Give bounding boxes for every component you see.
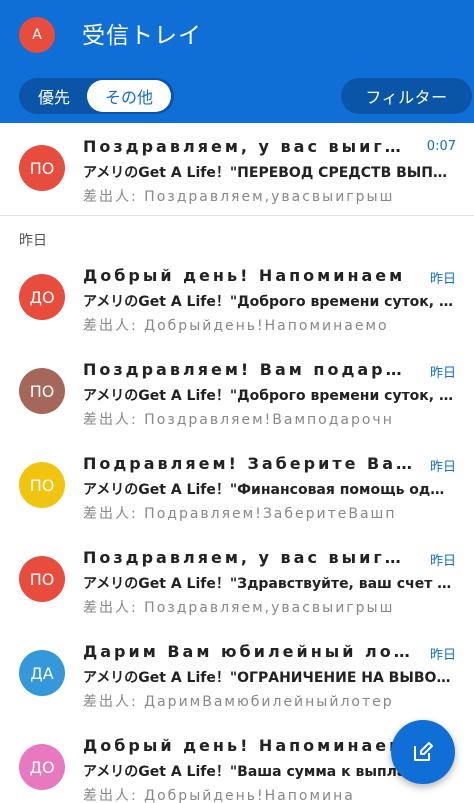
message-subject: アメリのGet A Life！"ОГРАНИЧЕНИЕ НА ВЫВОД... [83,670,453,686]
message-time: 昨日 [429,554,456,569]
message-subject: アメリのGet A Life！"ПЕРЕВОД СРЕДСТВ ВЫПОЛНЕН… [83,165,453,181]
account-avatar[interactable]: A [19,17,55,53]
sender-avatar: ДО [19,744,65,790]
message-sender: Добрый день! Напоминаем [83,736,406,755]
message-preview: 差出人: Поздравляем,увасвыигрыш [83,600,395,616]
tab-other[interactable]: その他 [87,80,171,112]
sender-avatar: ПО [19,462,65,508]
message-subject: アメリのGet A Life！"Доброго времени суток, в… [83,388,453,404]
message-time: 昨日 [429,272,456,287]
page-title: 受信トレイ [82,23,202,49]
message-item[interactable]: ПО Поздравляем, у вас выигрыш 0:07 アメリのG… [0,123,474,217]
message-sender: Поздравляем, у вас выигрыш [83,548,413,567]
message-sender: Поздравляем! Вам подарок [83,360,413,379]
message-item[interactable]: ПО Поздравляем! Вам подарок 昨日 アメリのGet A… [0,346,474,440]
message-preview: 差出人: ДаримВамюбилейныйлотер [83,694,394,710]
message-preview: 差出人: Поздравляем,увасвыигрыш [83,189,395,205]
message-sender: Дарим Вам юбилейный лотерейный [83,642,413,661]
message-subject: アメリのGet A Life！"Финансовая помощь одоб..… [83,482,453,498]
message-sender: Поздравляем, у вас выигрыш [83,137,413,156]
app-header: A 受信トレイ 優先 その他 フィルター [0,0,474,123]
message-item[interactable]: ПО Поздравляем, у вас выигрыш 昨日 アメリのGet… [0,534,474,628]
inbox-tabs: 優先 その他 [19,78,174,114]
sender-avatar: ПО [19,556,65,602]
message-sender: Подравляем! Заберите Ваш [83,454,413,473]
message-subject: アメリのGet A Life！"Здравствуйте, ваш счет п… [83,576,453,592]
compose-button[interactable] [391,720,455,784]
message-preview: 差出人: Поздравляем!Вамподарочн [83,412,394,428]
section-label-yesterday: 昨日 [19,233,47,249]
filter-button[interactable]: フィルター [341,78,472,114]
compose-icon [414,742,433,761]
message-time: 昨日 [429,460,456,475]
message-subject: アメリのGet A Life！"Доброго времени суток, в… [83,294,453,310]
sender-avatar: ДО [19,274,65,320]
tab-focused[interactable]: 優先 [21,80,87,112]
message-preview: 差出人: Подравляем!ЗаберитеВашп [83,506,397,522]
message-time: 昨日 [429,648,456,663]
message-preview: 差出人: Добрыйдень!Напомина [83,788,355,803]
sender-avatar: ДА [19,650,65,696]
message-item[interactable]: ПО Подравляем! Заберите Ваш 昨日 アメリのGet A… [0,440,474,534]
sender-avatar: ПО [19,145,65,191]
sender-avatar: ПО [19,368,65,414]
message-preview: 差出人: Добрыйдень!Напоминаемо [83,318,389,334]
message-item[interactable]: ДО Добрый день! Напоминаем 昨日 アメリのGet A … [0,252,474,346]
message-item[interactable]: ДА Дарим Вам юбилейный лотерейный 昨日 アメリ… [0,628,474,722]
message-sender: Добрый день! Напоминаем [83,266,406,285]
message-time: 昨日 [429,366,456,381]
message-time: 0:07 [426,139,456,154]
section-divider [0,215,474,216]
